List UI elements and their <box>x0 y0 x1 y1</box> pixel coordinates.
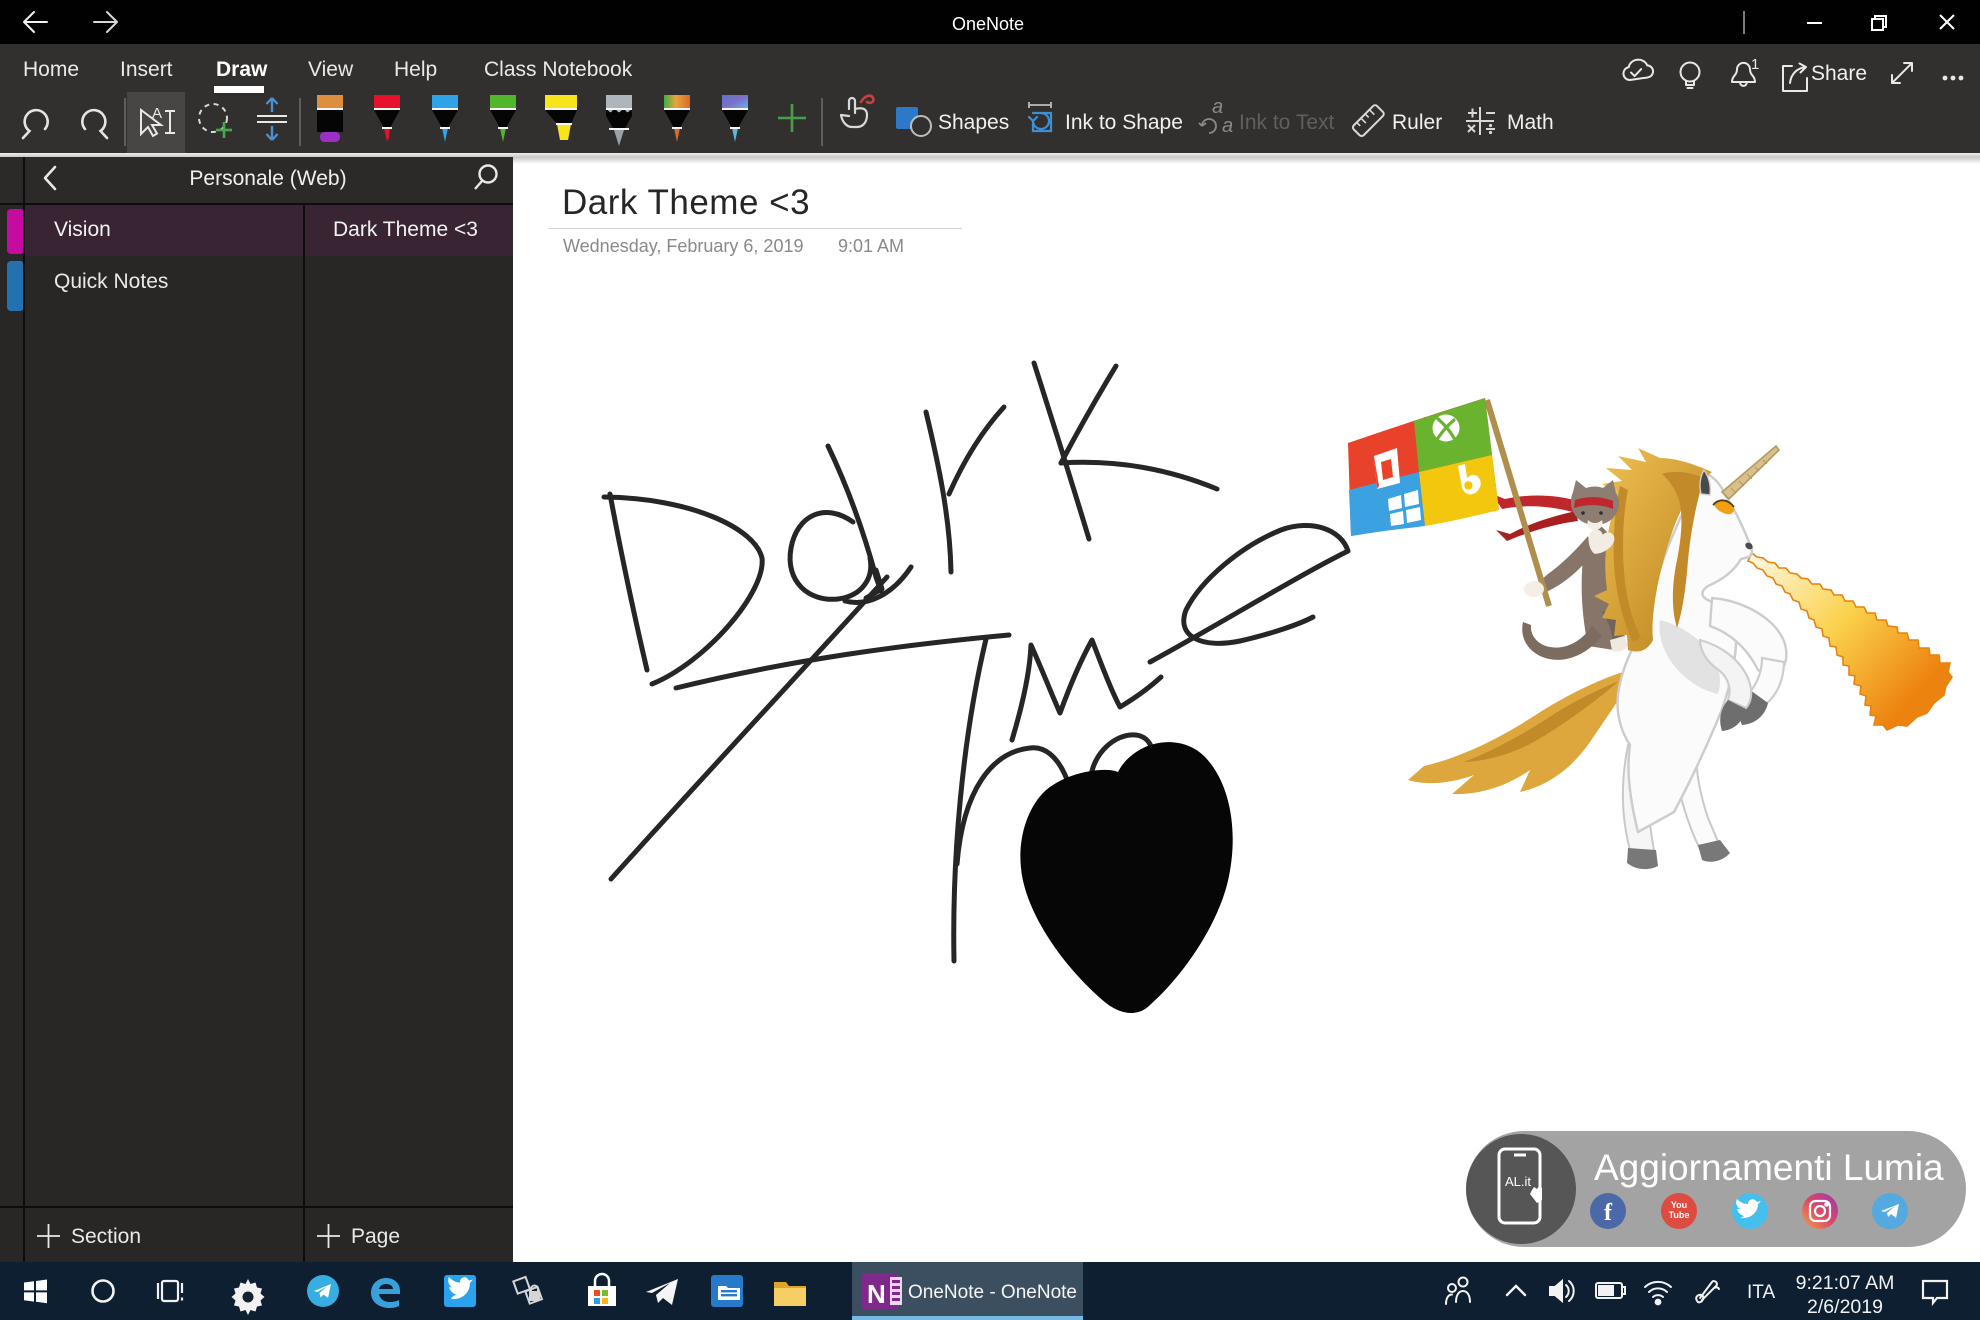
svg-text:AL.it: AL.it <box>1505 1174 1531 1189</box>
svg-text:You: You <box>1671 1200 1687 1210</box>
svg-text:N: N <box>867 1279 886 1309</box>
svg-text:A: A <box>152 105 162 122</box>
svg-text:ITA: ITA <box>1747 1282 1775 1303</box>
svg-text:Page: Page <box>351 1225 400 1248</box>
svg-text:Aggiornamenti Lumia: Aggiornamenti Lumia <box>1594 1147 1944 1188</box>
svg-text:OneNote: OneNote <box>952 14 1024 34</box>
svg-text:1: 1 <box>1751 56 1759 73</box>
svg-text:a: a <box>1222 115 1233 137</box>
svg-text:Ink to Shape: Ink to Shape <box>1065 111 1183 134</box>
svg-text:Ruler: Ruler <box>1392 111 1442 134</box>
svg-text:Section: Section <box>71 1225 141 1248</box>
svg-text:Shapes: Shapes <box>938 111 1009 134</box>
svg-text:f: f <box>1604 1200 1613 1226</box>
svg-text:Math: Math <box>1507 111 1554 134</box>
svg-text:Personale (Web): Personale (Web) <box>189 167 346 190</box>
svg-text:Share: Share <box>1811 62 1867 85</box>
svg-text:OneNote - OneNote: OneNote - OneNote <box>908 1282 1077 1303</box>
svg-text:9:21:07 AM: 9:21:07 AM <box>1796 1272 1895 1294</box>
svg-text:Ink to Text: Ink to Text <box>1239 111 1334 134</box>
svg-text:2/6/2019: 2/6/2019 <box>1807 1296 1883 1318</box>
svg-text:Tube: Tube <box>1669 1210 1690 1220</box>
